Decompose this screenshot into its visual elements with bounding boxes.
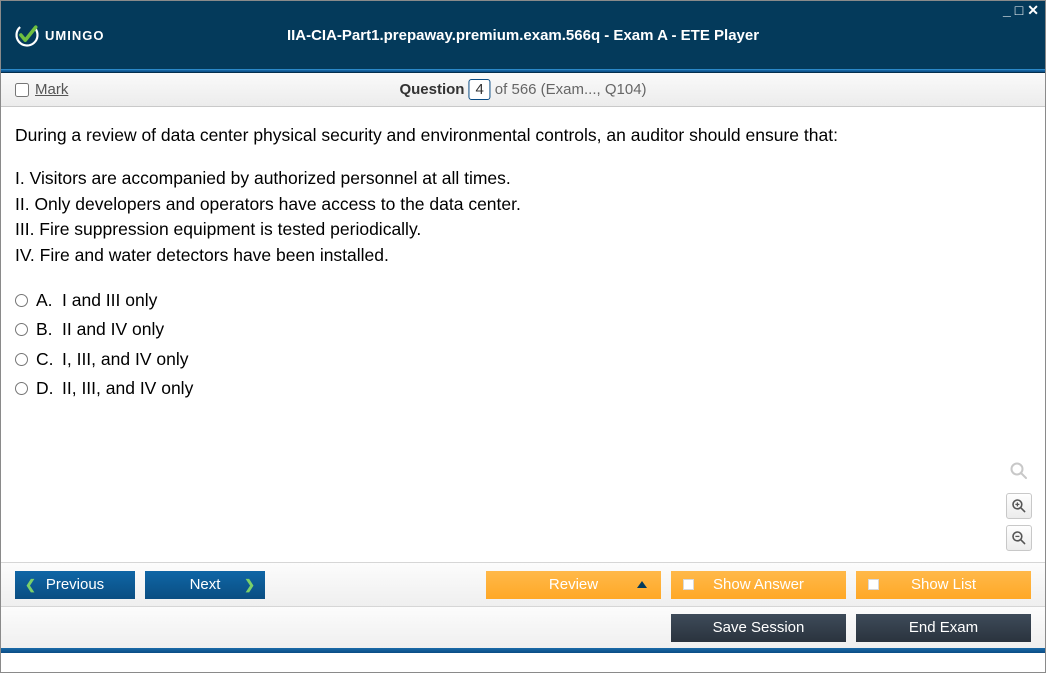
option-a-radio[interactable]	[15, 294, 28, 307]
end-exam-label: End Exam	[909, 619, 978, 636]
question-number-input[interactable]: 4	[468, 79, 490, 100]
statement-4: IV. Fire and water detectors have been i…	[15, 243, 1031, 268]
show-answer-checkbox-icon	[683, 579, 694, 590]
triangle-up-icon	[637, 581, 647, 588]
show-list-button[interactable]: Show List	[856, 571, 1031, 599]
question-counter: of 566 (Exam..., Q104)	[495, 81, 647, 98]
option-b-letter: B.	[36, 317, 54, 342]
option-b-text: II and IV only	[62, 317, 164, 342]
window-title: IIA-CIA-Part1.prepaway.premium.exam.566q…	[287, 27, 759, 44]
save-session-button[interactable]: Save Session	[671, 614, 846, 642]
statement-1: I. Visitors are accompanied by authorize…	[15, 166, 1031, 191]
show-list-checkbox-icon	[868, 579, 879, 590]
question-indicator: Question 4 of 566 (Exam..., Q104)	[399, 79, 646, 100]
question-header: Mark Question 4 of 566 (Exam..., Q104)	[1, 73, 1045, 107]
mark-label: Mark	[35, 81, 68, 98]
save-session-label: Save Session	[713, 619, 805, 636]
review-button[interactable]: Review	[486, 571, 661, 599]
chevron-right-icon: ❯	[244, 577, 255, 593]
show-list-label: Show List	[911, 576, 976, 593]
next-button[interactable]: Next ❯	[145, 571, 265, 599]
review-label: Review	[549, 576, 598, 593]
show-answer-button[interactable]: Show Answer	[671, 571, 846, 599]
option-b[interactable]: B. II and IV only	[15, 317, 1031, 342]
logo-check-icon	[13, 21, 41, 49]
zoom-controls	[1006, 459, 1032, 551]
option-c-text: I, III, and IV only	[62, 347, 188, 372]
app-logo: UMINGO	[13, 21, 104, 49]
mark-checkbox-wrap[interactable]: Mark	[15, 81, 68, 98]
option-d-radio[interactable]	[15, 382, 28, 395]
maximize-button[interactable]: □	[1015, 4, 1023, 16]
chevron-left-icon: ❮	[25, 577, 36, 593]
statement-3: III. Fire suppression equipment is teste…	[15, 217, 1031, 242]
next-label: Next	[190, 576, 221, 593]
question-content: During a review of data center physical …	[1, 107, 1045, 562]
option-d-letter: D.	[36, 376, 54, 401]
answer-options: A. I and III only B. II and IV only C. I…	[15, 288, 1031, 402]
zoom-out-button[interactable]	[1006, 525, 1032, 551]
option-a-text: I and III only	[62, 288, 157, 313]
option-b-radio[interactable]	[15, 323, 28, 336]
end-exam-button[interactable]: End Exam	[856, 614, 1031, 642]
option-c-letter: C.	[36, 347, 54, 372]
nav-button-row: ❮ Previous Next ❯ Review Show Answer Sho…	[1, 562, 1045, 606]
window-controls: _ □ ✕	[1003, 4, 1039, 16]
option-d-text: II, III, and IV only	[62, 376, 193, 401]
previous-label: Previous	[46, 576, 104, 593]
option-d[interactable]: D. II, III, and IV only	[15, 376, 1031, 401]
question-statements: I. Visitors are accompanied by authorize…	[15, 166, 1031, 268]
question-label: Question	[399, 81, 464, 98]
option-c-radio[interactable]	[15, 353, 28, 366]
logo-text: UMINGO	[45, 28, 104, 43]
zoom-in-button[interactable]	[1006, 493, 1032, 519]
show-answer-label: Show Answer	[713, 576, 804, 593]
close-button[interactable]: ✕	[1027, 4, 1039, 16]
minimize-button[interactable]: _	[1003, 4, 1011, 16]
footer-divider	[1, 648, 1045, 653]
statement-2: II. Only developers and operators have a…	[15, 192, 1031, 217]
previous-button[interactable]: ❮ Previous	[15, 571, 135, 599]
option-a[interactable]: A. I and III only	[15, 288, 1031, 313]
option-c[interactable]: C. I, III, and IV only	[15, 347, 1031, 372]
session-button-row: Save Session End Exam	[1, 606, 1045, 648]
zoom-reset-icon[interactable]	[1007, 459, 1031, 483]
question-stem: During a review of data center physical …	[15, 123, 1031, 148]
titlebar: UMINGO IIA-CIA-Part1.prepaway.premium.ex…	[1, 1, 1045, 69]
option-a-letter: A.	[36, 288, 54, 313]
mark-checkbox[interactable]	[15, 83, 29, 97]
